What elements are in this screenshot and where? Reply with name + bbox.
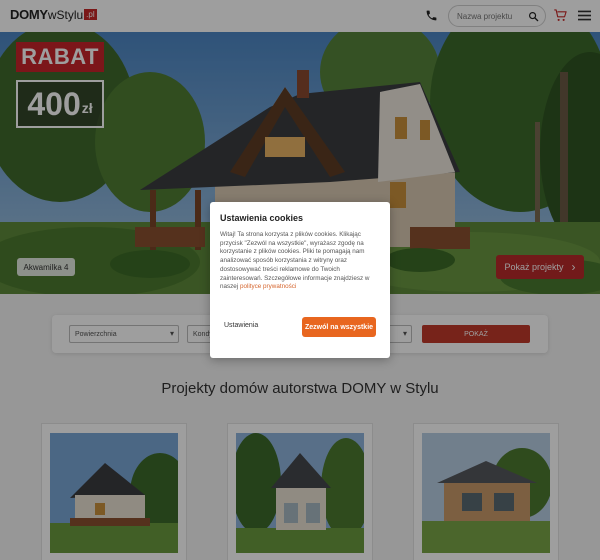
cookie-settings-dialog: Ustawienia cookies Witaj! Ta strona korz…	[210, 202, 390, 358]
cookie-settings-button[interactable]: Ustawienia	[224, 322, 258, 329]
cookie-dialog-title: Ustawienia cookies	[220, 213, 304, 223]
privacy-policy-link[interactable]: polityce prywatności	[240, 283, 296, 290]
cookie-dialog-body: Witaj! Ta strona korzysta z plików cooki…	[220, 231, 370, 291]
cookie-dialog-text: Witaj! Ta strona korzysta z plików cooki…	[220, 231, 382, 292]
accept-all-cookies-button[interactable]: Zezwól na wszystkie	[302, 317, 376, 337]
